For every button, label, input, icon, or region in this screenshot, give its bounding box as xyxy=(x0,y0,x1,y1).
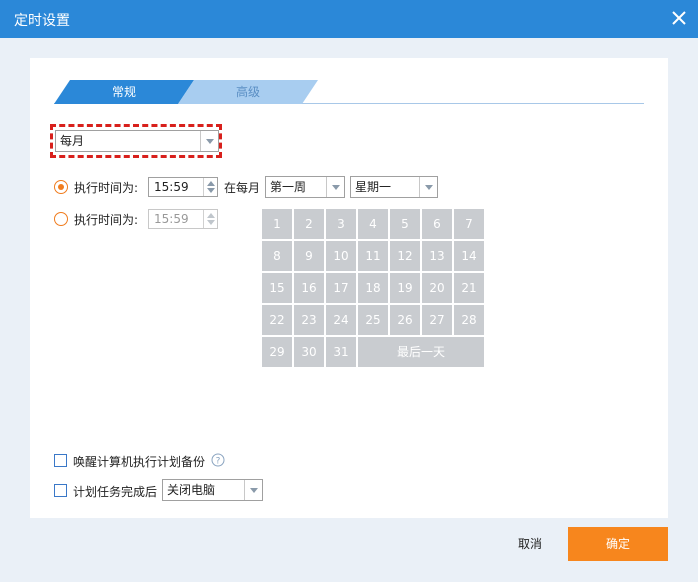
day-cell[interactable]: 5 xyxy=(390,209,420,239)
radio-week[interactable] xyxy=(54,180,68,194)
time-input-day[interactable]: 15:59 xyxy=(148,209,218,229)
day-cell[interactable]: 11 xyxy=(358,241,388,271)
day-cell[interactable]: 31 xyxy=(326,337,356,367)
last-day-cell[interactable]: 最后一天 xyxy=(358,337,484,367)
after-task-value: 关闭电脑 xyxy=(167,483,216,497)
day-cell[interactable]: 9 xyxy=(294,241,324,271)
day-cell[interactable]: 17 xyxy=(326,273,356,303)
help-icon[interactable]: ? xyxy=(211,453,225,467)
weekday-dropdown[interactable]: 星期一 xyxy=(350,176,438,198)
each-month-label: 在每月 xyxy=(224,181,261,195)
ok-button[interactable]: 确定 xyxy=(568,527,668,561)
day-cell[interactable]: 27 xyxy=(422,305,452,335)
week-dropdown[interactable]: 第一周 xyxy=(265,176,345,198)
chevron-down-icon[interactable] xyxy=(244,480,262,500)
day-cell[interactable]: 20 xyxy=(422,273,452,303)
close-icon[interactable] xyxy=(670,9,688,27)
time-week-value: 15:59 xyxy=(154,180,189,194)
day-cell[interactable]: 12 xyxy=(390,241,420,271)
after-task-checkbox[interactable] xyxy=(54,484,67,497)
day-cell[interactable]: 23 xyxy=(294,305,324,335)
tab-general-label: 常规 xyxy=(111,85,136,99)
radio-week-label: 执行时间为: xyxy=(74,181,139,195)
tab-general[interactable]: 常规 xyxy=(54,80,194,104)
chevron-down-icon[interactable] xyxy=(326,177,344,197)
day-cell[interactable]: 8 xyxy=(262,241,292,271)
day-cell[interactable]: 29 xyxy=(262,337,292,367)
cancel-button[interactable]: 取消 xyxy=(500,527,560,561)
day-cell[interactable]: 1 xyxy=(262,209,292,239)
day-cell[interactable]: 26 xyxy=(390,305,420,335)
time-spinner-week[interactable] xyxy=(203,178,217,196)
wake-checkbox[interactable] xyxy=(54,454,67,467)
day-calendar: 1 2 3 4 5 6 7 8 9 10 11 12 13 14 15 16 17 18 19 20 21 22 23 24 2… xyxy=(262,209,484,367)
day-cell[interactable]: 22 xyxy=(262,305,292,335)
day-cell[interactable]: 18 xyxy=(358,273,388,303)
radio-day[interactable] xyxy=(54,212,68,226)
day-cell[interactable]: 2 xyxy=(294,209,324,239)
day-cell[interactable]: 13 xyxy=(422,241,452,271)
day-cell[interactable]: 7 xyxy=(454,209,484,239)
highlight-frame xyxy=(50,124,222,158)
day-cell[interactable]: 6 xyxy=(422,209,452,239)
day-cell[interactable]: 10 xyxy=(326,241,356,271)
time-input-week[interactable]: 15:59 xyxy=(148,177,218,197)
wake-label: 唤醒计算机执行计划备份 xyxy=(73,455,206,469)
day-cell[interactable]: 4 xyxy=(358,209,388,239)
time-spinner-day[interactable] xyxy=(203,210,217,228)
radio-day-label: 执行时间为: xyxy=(74,213,139,227)
day-cell[interactable]: 3 xyxy=(326,209,356,239)
day-cell[interactable]: 24 xyxy=(326,305,356,335)
week-value: 第一周 xyxy=(270,180,307,194)
wake-option: 唤醒计算机执行计划备份 ? xyxy=(54,453,234,469)
day-cell[interactable]: 15 xyxy=(262,273,292,303)
tab-advanced[interactable]: 高级 xyxy=(178,80,318,104)
day-cell[interactable]: 14 xyxy=(454,241,484,271)
chevron-down-icon[interactable] xyxy=(419,177,437,197)
weekday-value: 星期一 xyxy=(355,180,392,194)
day-cell[interactable]: 19 xyxy=(390,273,420,303)
day-cell[interactable]: 28 xyxy=(454,305,484,335)
title-bar: 定时设置 xyxy=(0,0,698,38)
tab-advanced-label: 高级 xyxy=(235,85,260,99)
window-title: 定时设置 xyxy=(14,13,70,29)
after-task-label: 计划任务完成后 xyxy=(73,485,158,499)
after-task-dropdown[interactable]: 关闭电脑 xyxy=(162,479,263,501)
day-cell[interactable]: 21 xyxy=(454,273,484,303)
svg-text:?: ? xyxy=(216,457,221,467)
day-cell[interactable]: 25 xyxy=(358,305,388,335)
after-task-option: 计划任务完成后 xyxy=(54,483,164,499)
tab-bar: 常规 高级 xyxy=(54,80,644,104)
day-cell[interactable]: 16 xyxy=(294,273,324,303)
day-cell[interactable]: 30 xyxy=(294,337,324,367)
time-day-value: 15:59 xyxy=(154,212,189,226)
